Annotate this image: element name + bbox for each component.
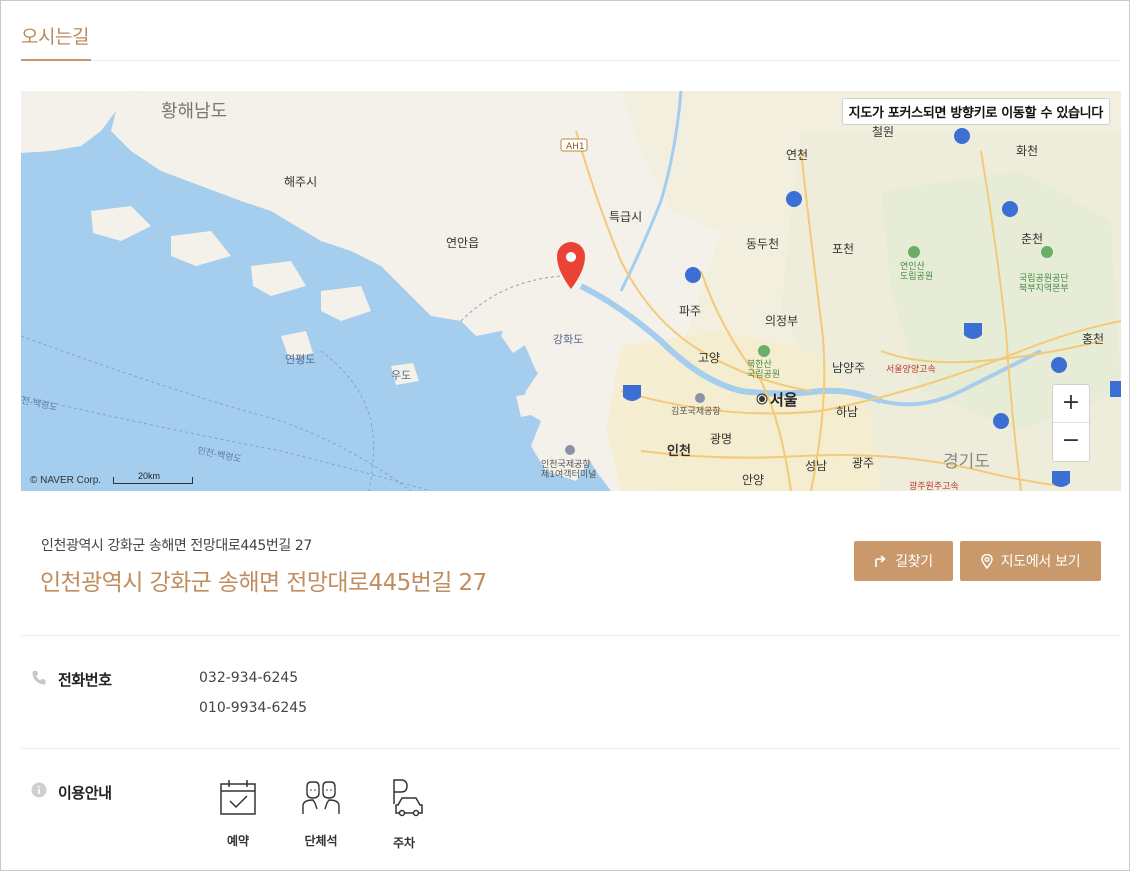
map-scale-bar [113, 477, 193, 484]
amenity-parking: 주차 [374, 778, 434, 851]
map-label-gwangju-wonju: 광주원주고속 [909, 480, 959, 491]
amenity-group-seating-label: 단체석 [304, 834, 338, 848]
map-copyright: © NAVER Corp. [30, 475, 102, 486]
section-divider [21, 748, 1120, 749]
zoom-out-button[interactable]: − [1053, 423, 1089, 461]
map-label-hongcheon: 홍천 [1082, 331, 1104, 346]
zoom-control: + − [1052, 384, 1090, 462]
map-label-anyang: 안양 [742, 473, 764, 487]
phone-label: 전화번호 [58, 671, 112, 689]
group-seat-icon [302, 781, 340, 814]
map-label-udo: 우도 [391, 369, 411, 382]
map-label-paju: 파주 [679, 304, 701, 318]
view-on-map-button[interactable]: 지도에서 보기 [960, 541, 1101, 581]
amenity-reservation: 예약 [208, 778, 268, 849]
map-label-ganghwa: 강화도 [553, 333, 583, 346]
map-label-incheon: 인천 [667, 443, 691, 459]
map-label-ah1: AH1 [566, 142, 585, 152]
calendar-check-icon [220, 780, 256, 815]
phone-icon [32, 671, 46, 685]
usage-info-label: 이용안내 [58, 784, 112, 802]
map-label-hwanghae: 황해남도 [161, 101, 227, 122]
route-button-label: 길찾기 [895, 554, 933, 570]
map-label-uijeongbu: 의정부 [765, 314, 798, 328]
parking-car-icon [393, 779, 423, 817]
route-button[interactable]: 길찾기 [854, 541, 953, 581]
map-view[interactable]: 황해남도 해주시 연안읍 특급시 AH1 철원 연천 화천 동두천 포천 연인산… [21, 91, 1121, 491]
map-label-cheorwon: 철원 [872, 125, 894, 139]
map-label-gwangju: 광주 [852, 456, 874, 470]
zoom-in-button[interactable]: + [1053, 385, 1089, 423]
route-arrow-icon [875, 554, 886, 567]
view-on-map-label: 지도에서 보기 [1000, 554, 1081, 570]
map-label-dongducheon: 동두천 [746, 236, 779, 251]
map-label-seoul-yangyang: 서울양양고속 [886, 364, 936, 375]
map-label-gaepung: 특급시 [609, 210, 642, 224]
phone-number-2[interactable]: 010-9934-6245 [199, 700, 307, 716]
info-icon [31, 782, 47, 798]
map-label-seongnam: 성남 [805, 459, 827, 473]
map-label-incheon-baengnyeong-left: 천-백령도 [21, 394, 58, 413]
map-label-chuncheon: 춘천 [1021, 231, 1043, 246]
map-label-national-park: 국립공원공단 북부지역본부 [1019, 273, 1069, 294]
amenity-group-seating: 단체석 [291, 778, 351, 849]
map-label-pocheon: 포천 [832, 241, 854, 256]
map-label-yeoncheon: 연천 [786, 147, 808, 162]
map-label-haeju: 해주시 [284, 175, 317, 189]
map-keyboard-notice: 지도가 포커스되면 방향키로 이동할 수 있습니다 [841, 98, 1110, 125]
section-divider [21, 635, 1120, 636]
amenity-reservation-label: 예약 [226, 834, 250, 848]
phone-number-1[interactable]: 032-934-6245 [199, 670, 298, 686]
map-label-goyang: 고양 [698, 351, 720, 365]
address-small: 인천광역시 강화군 송해면 전망대로445번길 27 [41, 538, 312, 554]
map-canvas: 황해남도 해주시 연안읍 특급시 AH1 철원 연천 화천 동두천 포천 연인산… [21, 91, 1121, 491]
map-label-gyeonggi: 경기도 [943, 452, 990, 472]
map-label-hanam: 하남 [836, 405, 858, 419]
map-label-gwangmyeong: 광명 [710, 432, 732, 446]
map-label-hwacheon: 화천 [1016, 143, 1038, 158]
map-label-namyangju: 남양주 [832, 361, 865, 375]
map-label-yeonan: 연안읍 [446, 236, 479, 250]
map-label-seoul: 서울 [770, 391, 798, 409]
map-label-incheon-baengnyeong: 인천-백령도 [196, 444, 242, 465]
map-pin-icon [980, 553, 993, 569]
map-label-yeonpyeong: 연평도 [285, 353, 315, 366]
map-label-gimpo-airport: 김포국제공항 [671, 405, 721, 417]
tab-bar: 오시는길 [21, 0, 1120, 61]
amenity-parking-label: 주차 [392, 836, 416, 850]
address-title: 인천광역시 강화군 송해면 전망대로445번길 27 [40, 570, 487, 596]
map-label-incheon-airport: 인천국제공항 제1여객터미널 [541, 459, 596, 480]
tab-directions[interactable]: 오시는길 [21, 24, 91, 61]
